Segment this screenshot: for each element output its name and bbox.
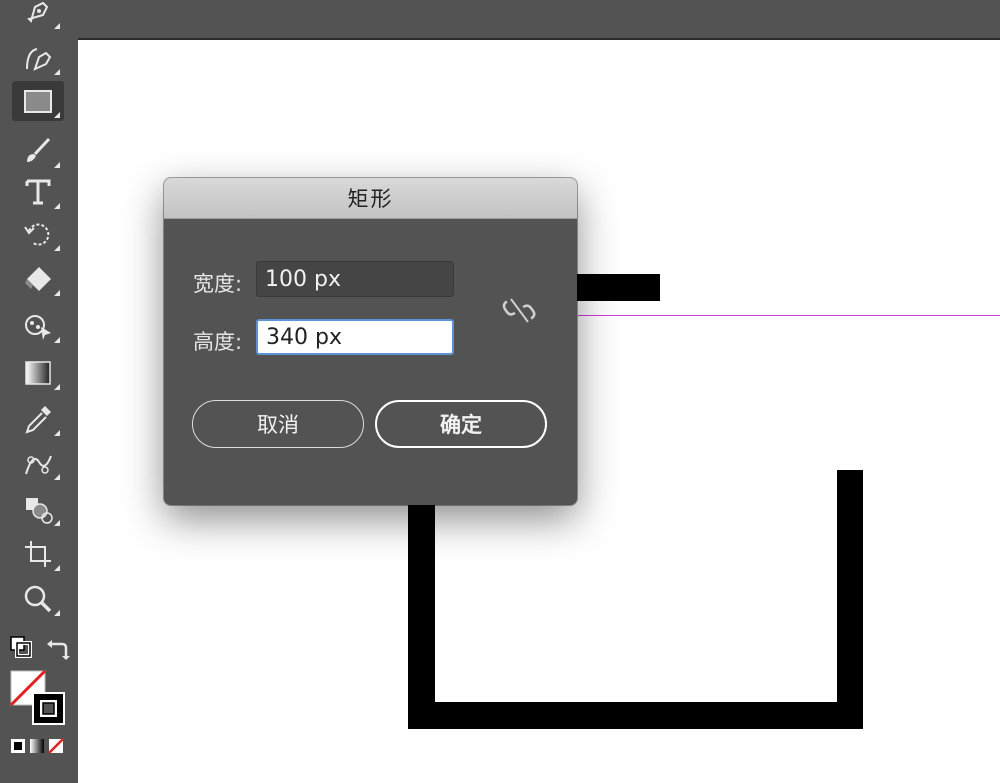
eyedropper-tool[interactable] xyxy=(12,399,64,439)
type-tool[interactable] xyxy=(12,172,64,212)
rectangle-dialog: 矩形 宽度: 高度: 取消 确定 xyxy=(164,178,577,505)
none-mode-icon[interactable] xyxy=(48,738,64,754)
zoom-tool[interactable] xyxy=(12,579,64,619)
fill-stroke-control[interactable] xyxy=(9,669,68,726)
zoom-icon xyxy=(24,585,52,613)
puppet-warp-tool[interactable] xyxy=(12,306,64,346)
eraser-icon xyxy=(25,267,51,291)
puppet-warp-icon xyxy=(25,315,51,340)
artwork-left-bar xyxy=(408,470,435,729)
smart-guide-line xyxy=(578,315,1000,316)
pen-tool[interactable] xyxy=(12,0,64,32)
width-input[interactable] xyxy=(256,261,454,297)
default-colors-icon xyxy=(10,636,32,658)
default-colors-button[interactable] xyxy=(10,636,32,658)
height-input[interactable] xyxy=(256,319,454,355)
artboard-tool[interactable] xyxy=(12,534,64,574)
document-tab-bar xyxy=(78,0,1000,38)
type-tool-icon xyxy=(25,179,51,205)
width-label: 宽度: xyxy=(193,272,243,296)
cancel-button[interactable]: 取消 xyxy=(192,400,364,448)
gradient-icon xyxy=(25,361,51,385)
dialog-title: 矩形 xyxy=(347,187,394,211)
eyedropper-icon xyxy=(25,406,51,434)
tools-panel xyxy=(0,0,78,781)
blend-icon xyxy=(25,455,52,475)
swap-colors-icon xyxy=(47,640,70,660)
curvature-pen-tool[interactable] xyxy=(12,38,64,78)
rectangle-tool-icon xyxy=(24,90,52,113)
unlink-chain-icon xyxy=(502,298,536,323)
swap-colors-button[interactable] xyxy=(46,636,70,660)
rotate-tool[interactable] xyxy=(12,214,64,254)
blend-tool[interactable] xyxy=(12,443,64,483)
color-mode-icon[interactable] xyxy=(10,738,26,754)
eraser-tool[interactable] xyxy=(12,259,64,299)
pen-icon xyxy=(27,1,49,23)
height-label: 高度: xyxy=(193,330,243,354)
curvature-pen-icon xyxy=(26,48,52,71)
shape-builder-icon xyxy=(26,498,53,524)
artboard-icon xyxy=(25,541,51,567)
gradient-tool[interactable] xyxy=(12,353,64,393)
fill-none-icon xyxy=(9,669,65,725)
shape-builder-tool[interactable] xyxy=(12,489,64,529)
constrain-proportions-toggle[interactable] xyxy=(502,290,536,330)
rectangle-tool[interactable] xyxy=(12,81,64,121)
artwork-top-bar xyxy=(573,274,660,301)
ok-button[interactable]: 确定 xyxy=(375,400,547,448)
artwork-right-bar xyxy=(837,470,863,729)
rotate-icon xyxy=(24,223,50,246)
gradient-mode-icon[interactable] xyxy=(29,738,45,754)
artwork-bottom-bar xyxy=(408,702,863,729)
paintbrush-icon xyxy=(27,137,51,162)
paintbrush-tool[interactable] xyxy=(12,131,64,171)
dialog-titlebar[interactable]: 矩形 xyxy=(164,178,577,219)
color-mode-buttons xyxy=(10,738,66,756)
